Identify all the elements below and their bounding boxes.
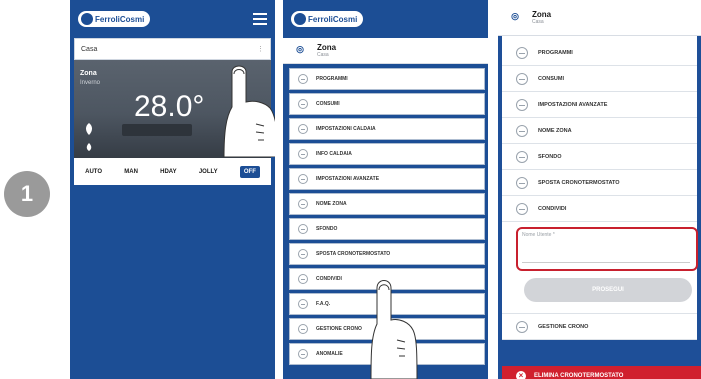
leaf-icon xyxy=(86,123,92,135)
background-furniture xyxy=(122,124,192,136)
collapse-icon xyxy=(298,149,308,159)
temperature-readout: 28.0° xyxy=(134,90,205,123)
phone-zone-menu: FerroliCosmi ◎ Zona Casa PROGRAMMI CONSU… xyxy=(283,0,488,379)
collapse-icon xyxy=(298,274,308,284)
logo-icon xyxy=(294,13,306,25)
mode-off-button[interactable]: OFF xyxy=(239,165,260,178)
username-label: Nome Utente * xyxy=(522,232,555,238)
tap-hand-icon xyxy=(223,65,275,157)
flame-icon xyxy=(86,143,92,151)
menu-item-sfondo[interactable]: SFONDO xyxy=(502,144,697,170)
collapse-icon xyxy=(516,72,528,85)
menu-item-programmi[interactable]: PROGRAMMI xyxy=(289,68,485,90)
collapse-icon xyxy=(298,199,308,209)
menu-item-consumi[interactable]: CONSUMI xyxy=(289,93,485,115)
menu-item-sfondo[interactable]: SFONDO xyxy=(289,218,485,240)
app-logo: FerroliCosmi xyxy=(291,11,364,27)
collapse-icon xyxy=(298,249,308,259)
collapse-icon xyxy=(298,224,308,234)
hamburger-menu-icon[interactable] xyxy=(253,13,267,25)
collapse-icon xyxy=(298,74,308,84)
collapse-icon xyxy=(298,124,308,134)
step-number-badge: 1 xyxy=(4,171,50,217)
zone-subtitle: Casa xyxy=(532,19,544,25)
menu-item-impostazioni-avanzate[interactable]: IMPOSTAZIONI AVANZATE xyxy=(289,168,485,190)
menu-item-nome-zona[interactable]: NOME ZONA xyxy=(502,118,697,144)
logo-icon xyxy=(81,13,93,25)
collapse-icon xyxy=(516,150,528,163)
collapse-icon xyxy=(516,124,528,137)
mode-hday-button[interactable]: HDAY xyxy=(160,169,176,175)
menu-item-impostazioni-avanzate[interactable]: IMPOSTAZIONI AVANZATE xyxy=(502,92,697,118)
app-header: FerroliCosmi xyxy=(70,0,275,38)
collapse-icon xyxy=(298,174,308,184)
collapse-icon xyxy=(516,46,528,59)
collapse-icon xyxy=(298,99,308,109)
home-selector[interactable]: Casa ⋮ xyxy=(74,38,271,60)
menu-item-nome-zona[interactable]: NOME ZONA xyxy=(289,193,485,215)
delete-label: ELIMINA CRONOTERMOSTATO xyxy=(534,373,624,379)
prosegui-button[interactable]: PROSEGUI xyxy=(524,278,692,302)
zone-title: Zona xyxy=(317,43,337,52)
zone-header: ◎ Zona Casa xyxy=(283,38,488,64)
menu-item-programmi[interactable]: PROGRAMMI xyxy=(502,40,697,66)
menu-item-gestione-crono[interactable]: GESTIONE CRONO xyxy=(502,314,697,340)
menu-item-consumi[interactable]: CONSUMI xyxy=(502,66,697,92)
collapse-icon xyxy=(516,202,528,215)
zone-label: Zona xyxy=(80,70,97,77)
zone-season: Inverno xyxy=(80,80,101,86)
app-logo: FerroliCosmi xyxy=(78,11,151,27)
phone-home-screen: FerroliCosmi Casa ⋮ Zona Inverno 28.0° A… xyxy=(70,0,275,379)
logo-text: FerroliCosmi xyxy=(308,14,358,24)
menu-item-sposta-cronotermostato[interactable]: SPOSTA CRONOTERMOSTATO xyxy=(502,170,697,196)
delete-thermostat-button[interactable]: × ELIMINA CRONOTERMOSTATO xyxy=(502,366,701,379)
more-vertical-icon[interactable]: ⋮ xyxy=(257,45,264,53)
zone-header: ◎ Zona Casa xyxy=(498,0,701,36)
collapse-icon xyxy=(516,176,528,189)
menu-item-condividi[interactable]: CONDIVIDI xyxy=(502,196,697,222)
collapse-icon xyxy=(516,320,528,333)
collapse-icon xyxy=(298,349,308,359)
username-highlight-box: Nome Utente * xyxy=(516,227,698,271)
thermostat-icon: ◎ xyxy=(511,10,519,21)
thermostat-icon: ◎ xyxy=(296,43,304,54)
collapse-icon xyxy=(516,98,528,111)
mode-bar: AUTO MAN HDAY JOLLY OFF xyxy=(74,158,271,185)
collapse-icon xyxy=(298,324,308,334)
collapse-icon xyxy=(298,299,308,309)
logo-text: FerroliCosmi xyxy=(95,14,145,24)
home-name: Casa xyxy=(81,45,98,53)
menu-item-sposta-cronotermostato[interactable]: SPOSTA CRONOTERMOSTATO xyxy=(289,243,485,265)
share-form: Nome Utente * PROSEGUI xyxy=(502,222,698,314)
username-input[interactable] xyxy=(522,243,690,263)
mode-auto-button[interactable]: AUTO xyxy=(85,169,102,175)
zone-menu-list: PROGRAMMI CONSUMI IMPOSTAZIONI AVANZATE … xyxy=(502,36,698,340)
app-header: FerroliCosmi xyxy=(283,0,488,38)
zone-subtitle: Casa xyxy=(317,52,329,58)
menu-item-info-caldaia[interactable]: INFO CALDAIA xyxy=(289,143,485,165)
menu-item-impostazioni-caldaia[interactable]: IMPOSTAZIONI CALDAIA xyxy=(289,118,485,140)
close-icon: × xyxy=(516,371,526,379)
mode-man-button[interactable]: MAN xyxy=(124,169,138,175)
tap-hand-icon xyxy=(370,280,418,379)
zone-title: Zona xyxy=(532,10,552,19)
mode-jolly-button[interactable]: JOLLY xyxy=(199,169,218,175)
phone-share-form: ◎ Zona Casa PROGRAMMI CONSUMI IMPOSTAZIO… xyxy=(498,0,701,379)
